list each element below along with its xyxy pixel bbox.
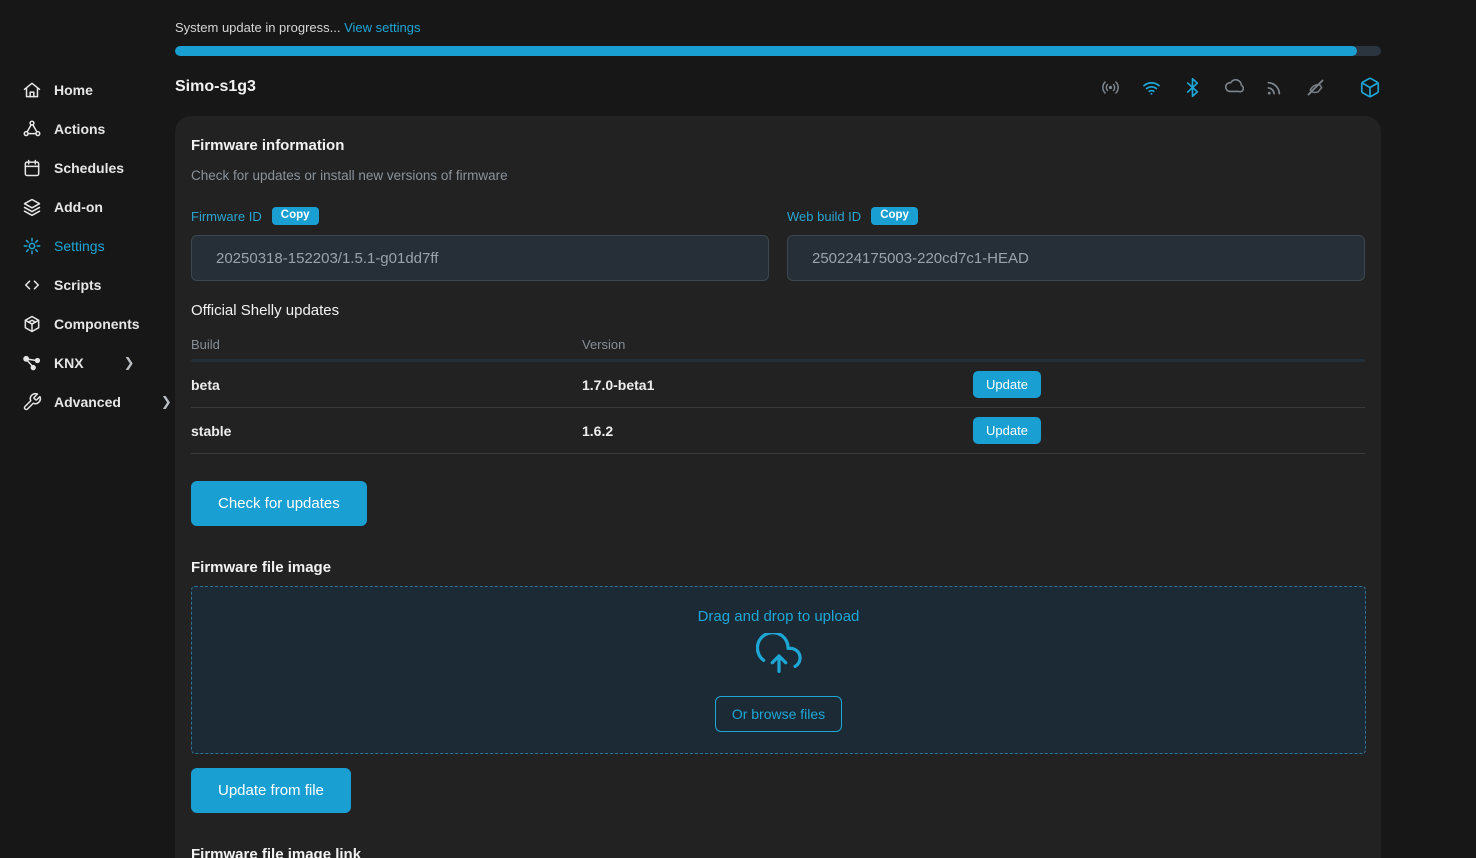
sidebar-item-schedules[interactable]: Schedules	[0, 148, 160, 187]
firmware-id-field-group: Firmware ID Copy 20250318-152203/1.5.1-g…	[191, 205, 769, 281]
sidebar-item-label: Schedules	[54, 160, 124, 176]
home-icon	[22, 80, 42, 100]
update-from-file-button[interactable]: Update from file	[191, 768, 351, 813]
version-cell: 1.7.0-beta1	[582, 377, 973, 393]
version-cell: 1.6.2	[582, 423, 973, 439]
dropzone-text: Drag and drop to upload	[698, 608, 860, 625]
update-banner: System update in progress... View settin…	[175, 0, 1476, 35]
sidebar-item-settings[interactable]: Settings	[0, 226, 160, 265]
sidebar-item-label: Home	[54, 82, 93, 98]
id-fields-row: Firmware ID Copy 20250318-152203/1.5.1-g…	[191, 205, 1365, 281]
bluetooth-icon[interactable]	[1181, 76, 1203, 98]
sidebar-item-add-on[interactable]: Add-on	[0, 187, 160, 226]
feature-disabled-icon[interactable]	[1304, 76, 1326, 98]
build-cell: stable	[191, 423, 582, 439]
update-progress-fill	[175, 46, 1357, 56]
firmware-info-subtitle: Check for updates or install new version…	[191, 168, 1365, 183]
calendar-icon	[22, 158, 42, 178]
web-build-id-field-group: Web build ID Copy 250224175003-220cd7c1-…	[787, 205, 1365, 281]
knx-network-icon	[22, 353, 42, 373]
updates-table: Build Version beta 1.7.0-beta1 Update st…	[191, 329, 1365, 454]
main-content: System update in progress... View settin…	[160, 0, 1476, 858]
sidebar-item-label: Scripts	[54, 277, 101, 293]
sidebar-item-knx[interactable]: KNX ❯	[0, 343, 160, 382]
sidebar-item-scripts[interactable]: Scripts	[0, 265, 160, 304]
table-row: stable 1.6.2 Update	[191, 408, 1365, 454]
chevron-right-icon: ❯	[124, 355, 135, 371]
device-header: Simo-s1g3	[175, 71, 1381, 103]
update-beta-button[interactable]: Update	[973, 371, 1041, 398]
web-build-id-value[interactable]: 250224175003-220cd7c1-HEAD	[787, 235, 1365, 281]
firmware-id-copy-button[interactable]: Copy	[272, 207, 319, 225]
sidebar-item-label: Add-on	[54, 199, 103, 215]
firmware-file-image-title: Firmware file image	[191, 559, 1365, 576]
column-header-version: Version	[582, 337, 1365, 352]
file-dropzone[interactable]: Drag and drop to upload Or browse files	[191, 586, 1366, 754]
firmware-id-value[interactable]: 20250318-152203/1.5.1-g01dd7ff	[191, 235, 769, 281]
firmware-cube-icon[interactable]	[1359, 76, 1381, 98]
cloud-upload-icon	[756, 633, 802, 682]
status-icon-bar	[1099, 76, 1381, 98]
gear-icon	[22, 236, 42, 256]
table-row: beta 1.7.0-beta1 Update	[191, 362, 1365, 408]
app-root: Home Actions Schedules Add-on Settings	[0, 0, 1476, 858]
update-progress-bar	[175, 46, 1381, 56]
device-name: Simo-s1g3	[175, 78, 256, 96]
updates-table-title: Official Shelly updates	[191, 302, 1365, 319]
wifi-icon[interactable]	[1140, 76, 1162, 98]
view-settings-link[interactable]: View settings	[344, 20, 420, 35]
firmware-info-title: Firmware information	[191, 137, 1365, 154]
firmware-card: Firmware information Check for updates o…	[175, 116, 1381, 858]
update-stable-button[interactable]: Update	[973, 417, 1041, 444]
browse-files-button[interactable]: Or browse files	[715, 696, 842, 732]
column-header-build: Build	[191, 337, 582, 352]
wrench-icon	[22, 392, 42, 412]
sidebar: Home Actions Schedules Add-on Settings	[0, 0, 160, 858]
actions-icon	[22, 119, 42, 139]
firmware-link-title: Firmware file image link	[191, 846, 1365, 858]
web-build-id-label: Web build ID	[787, 209, 861, 224]
web-build-id-copy-button[interactable]: Copy	[871, 207, 918, 225]
code-icon	[22, 275, 42, 295]
check-for-updates-button[interactable]: Check for updates	[191, 481, 367, 526]
components-cube-icon	[22, 314, 42, 334]
sidebar-item-label: Components	[54, 316, 140, 332]
cloud-icon[interactable]	[1222, 76, 1244, 98]
sidebar-item-label: Advanced	[54, 394, 121, 410]
firmware-id-label: Firmware ID	[191, 209, 262, 224]
build-cell: beta	[191, 377, 582, 393]
sidebar-item-label: Actions	[54, 121, 105, 137]
sidebar-item-actions[interactable]: Actions	[0, 109, 160, 148]
access-point-icon[interactable]	[1099, 76, 1121, 98]
sidebar-item-label: Settings	[54, 238, 105, 254]
updates-table-header: Build Version	[191, 329, 1365, 359]
update-banner-message: System update in progress...	[175, 20, 340, 35]
sidebar-item-advanced[interactable]: Advanced ❯	[0, 382, 160, 421]
sidebar-item-label: KNX	[54, 355, 84, 371]
layers-icon	[22, 197, 42, 217]
sidebar-item-components[interactable]: Components	[0, 304, 160, 343]
sidebar-item-home[interactable]: Home	[0, 70, 160, 109]
mqtt-rss-icon[interactable]	[1263, 76, 1285, 98]
